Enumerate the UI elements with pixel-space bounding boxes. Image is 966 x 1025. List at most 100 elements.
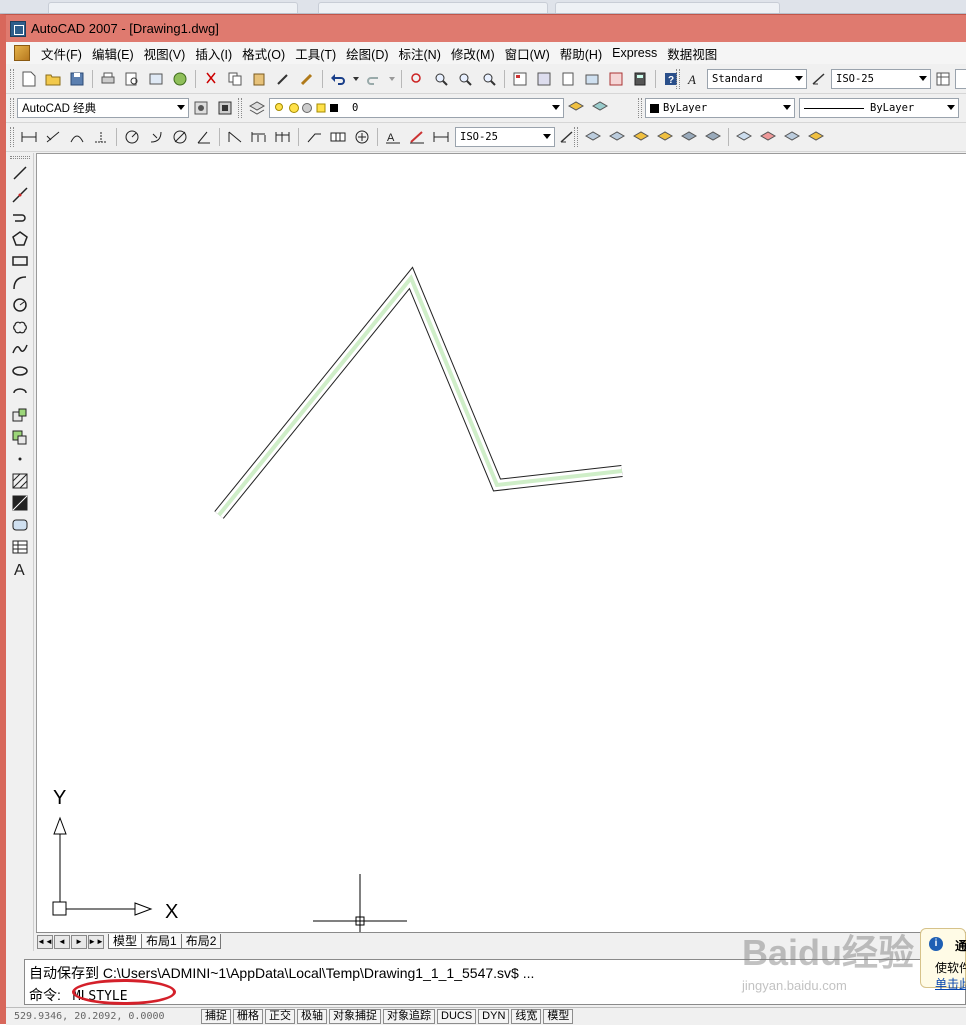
first-tab-icon[interactable]: ◄◄ [37,934,53,949]
gradient-icon[interactable] [9,492,31,514]
multiline-text-icon[interactable]: A [9,558,31,580]
properties-icon[interactable] [510,69,530,89]
diameter-dimension-icon[interactable] [170,127,190,147]
undo-dropdown-icon[interactable] [352,69,360,89]
toolbar-grip[interactable] [9,156,30,159]
tab-model[interactable]: 模型 [108,934,143,949]
model-toggle[interactable]: 模型 [543,1009,574,1024]
region-icon[interactable] [9,514,31,536]
dimension-style-icon[interactable] [809,69,829,89]
construction-line-icon[interactable] [9,184,31,206]
pan-realtime-icon[interactable] [407,69,427,89]
center-mark-icon[interactable] [352,127,372,147]
undo-icon[interactable] [328,69,348,89]
menu-insert[interactable]: 插入(I) [190,44,237,63]
menu-file[interactable]: 文件(F) [36,44,87,63]
menu-window[interactable]: 窗口(W) [500,44,555,63]
snap-toggle[interactable]: 捕捉 [201,1009,231,1024]
redo-icon[interactable] [364,69,384,89]
spline-icon[interactable] [9,338,31,360]
layer-select[interactable]: 0 [269,98,564,118]
dimension-style-select[interactable]: ISO-25 [831,69,931,89]
osnap-toggle[interactable]: 对象捕捉 [329,1009,381,1024]
publish-icon[interactable] [146,69,166,89]
lineweight-toggle[interactable]: 线宽 [511,1009,542,1024]
angular-dimension-icon[interactable] [194,127,214,147]
line-icon[interactable] [9,162,31,184]
sheet-set-icon[interactable] [582,69,602,89]
polar-toggle[interactable]: 极轴 [297,1009,327,1024]
table-style-select[interactable] [955,69,966,89]
menu-data-view[interactable]: 数据视图 [662,44,722,63]
print-icon[interactable] [98,69,118,89]
ducs-toggle[interactable]: DUCS [437,1009,477,1024]
linear-dimension-icon[interactable] [19,127,39,147]
dyn-toggle[interactable]: DYN [478,1009,510,1024]
paste-icon[interactable] [249,69,269,89]
tool-palettes-icon[interactable] [558,69,578,89]
layer-isolate-icon[interactable] [631,127,651,147]
ellipse-icon[interactable] [9,360,31,382]
calculator-icon[interactable] [630,69,650,89]
3d-dwf-icon[interactable] [170,69,190,89]
tolerance-icon[interactable] [328,127,348,147]
table-style-icon[interactable] [933,69,953,89]
zoom-window-icon[interactable] [455,69,475,89]
tab-layout2[interactable]: 布局2 [180,934,222,949]
dimension-style-select-2[interactable]: ISO-25 [455,127,555,147]
menu-dimension[interactable]: 标注(N) [394,44,446,63]
linetype-select[interactable]: ByLayer [799,98,959,118]
aligned-dimension-icon[interactable] [43,127,63,147]
drawing-area[interactable]: Y X [37,154,966,937]
quick-leader-icon[interactable] [304,127,324,147]
toolbar-grip[interactable] [10,98,14,118]
text-style-select[interactable]: Standard [707,69,807,89]
multiline-object[interactable] [214,266,623,519]
toolbar-grip[interactable] [676,69,680,89]
otrack-toggle[interactable]: 对象追踪 [383,1009,435,1024]
text-style-icon[interactable]: A [685,69,705,89]
ortho-toggle[interactable]: 正交 [265,1009,295,1024]
menu-express[interactable]: Express [607,46,662,60]
toolbar-grip[interactable] [238,98,242,118]
jogged-dimension-icon[interactable] [146,127,166,147]
notification-balloon[interactable]: i 通 使软件 单击此 [920,928,966,991]
color-select[interactable]: ByLayer [645,98,795,118]
polygon-icon[interactable] [9,228,31,250]
toolbar-grip[interactable] [638,98,642,118]
grid-toggle[interactable]: 栅格 [233,1009,263,1024]
design-center-icon[interactable] [534,69,554,89]
arc-icon[interactable] [9,272,31,294]
workspace-select[interactable]: AutoCAD 经典 [17,98,189,118]
menu-help[interactable]: 帮助(H) [555,44,607,63]
layer-off-icon[interactable] [758,127,778,147]
next-tab-icon[interactable]: ► [71,934,87,949]
zoom-realtime-icon[interactable] [431,69,451,89]
save-workspace-icon[interactable] [215,98,235,118]
layer-unlock-icon[interactable] [806,127,826,147]
cut-icon[interactable] [201,69,221,89]
make-block-icon[interactable] [9,426,31,448]
menu-format[interactable]: 格式(O) [237,44,290,63]
markup-set-icon[interactable] [606,69,626,89]
menu-draw[interactable]: 绘图(D) [341,44,393,63]
plot-preview-icon[interactable] [122,69,142,89]
layer-lock-icon[interactable] [782,127,802,147]
redo-dropdown-icon[interactable] [388,69,396,89]
dimension-edit-icon[interactable]: A [383,127,403,147]
layer-walk-icon[interactable] [703,127,723,147]
circle-icon[interactable] [9,294,31,316]
zoom-previous-icon[interactable] [479,69,499,89]
previous-tab-icon[interactable]: ◄ [54,934,70,949]
ellipse-arc-icon[interactable] [9,382,31,404]
toolbar-grip[interactable] [10,127,14,147]
drawing-canvas[interactable]: Y X [36,153,966,937]
ordinate-dimension-icon[interactable] [91,127,111,147]
block-editor-icon[interactable] [297,69,317,89]
baseline-dimension-icon[interactable] [249,127,269,147]
point-icon[interactable] [9,448,31,470]
toolbar-grip[interactable] [574,127,578,147]
revision-cloud-icon[interactable] [9,316,31,338]
menu-modify[interactable]: 修改(M) [446,44,500,63]
browser-tab[interactable] [555,2,780,13]
